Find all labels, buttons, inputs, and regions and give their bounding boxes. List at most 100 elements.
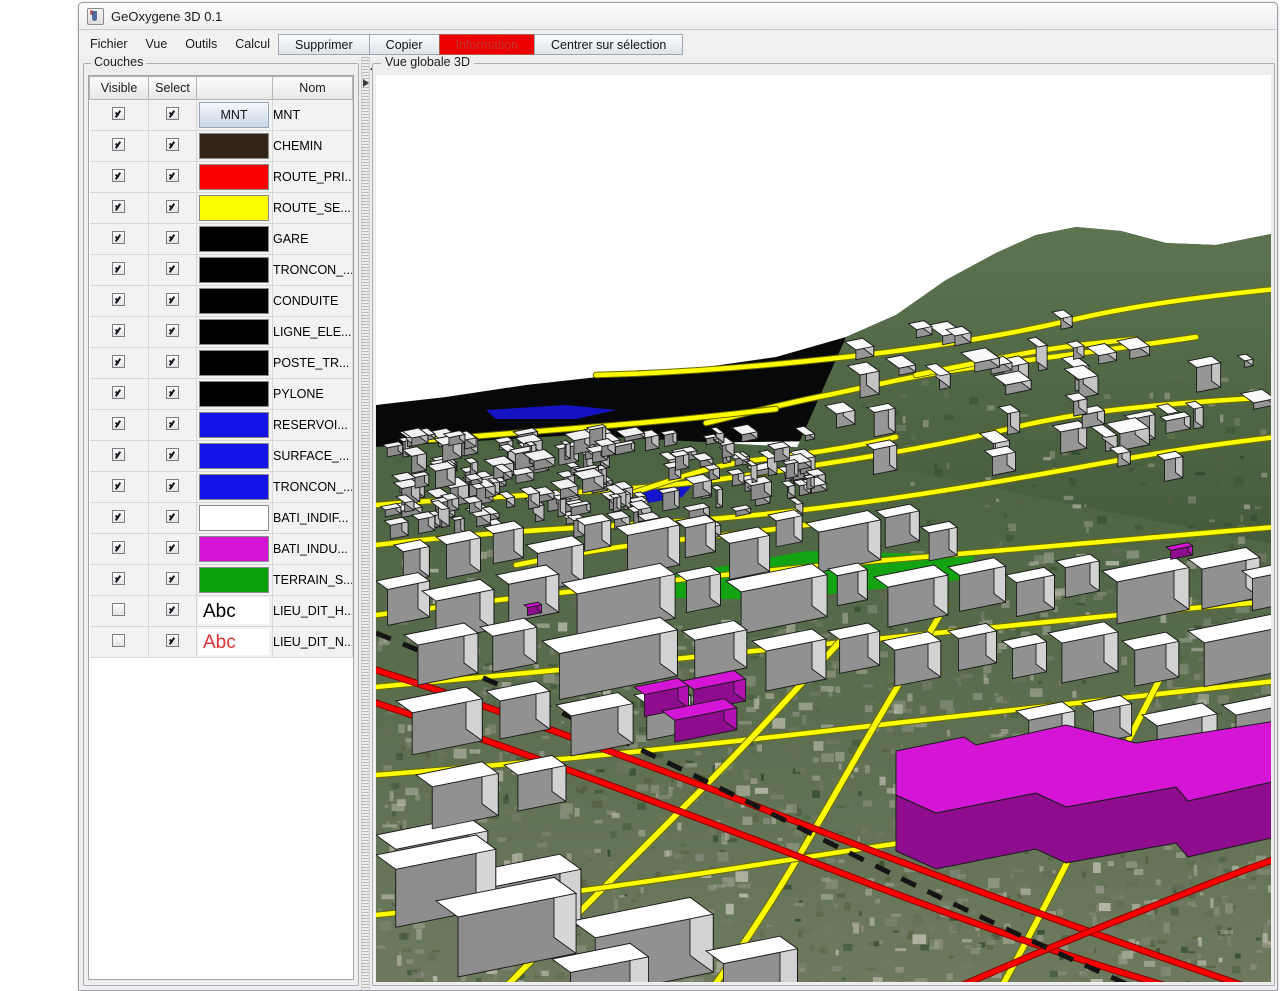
layer-name-cell[interactable]: POSTE_TR... (273, 348, 353, 379)
color-swatch[interactable] (199, 133, 269, 159)
select-checkbox-cell[interactable] (149, 441, 197, 472)
layer-name-cell[interactable]: TERRAIN_S... (273, 565, 353, 596)
style-swatch-cell[interactable]: MNT (197, 100, 273, 131)
column-header-visible[interactable]: Visible (90, 77, 149, 100)
style-swatch-cell[interactable] (197, 379, 273, 410)
style-swatch-cell[interactable] (197, 255, 273, 286)
visible-checkbox[interactable] (112, 169, 125, 182)
color-swatch[interactable] (199, 195, 269, 221)
style-swatch-cell[interactable]: Abc (197, 596, 273, 627)
style-swatch-cell[interactable] (197, 348, 273, 379)
color-swatch[interactable] (199, 567, 269, 593)
layer-name-cell[interactable]: PYLONE (273, 379, 353, 410)
style-swatch-cell[interactable] (197, 224, 273, 255)
select-checkbox[interactable] (166, 169, 179, 182)
layer-name-cell[interactable]: GARE (273, 224, 353, 255)
select-checkbox[interactable] (166, 572, 179, 585)
table-row[interactable]: TRONCON_... (90, 255, 353, 286)
select-checkbox-cell[interactable] (149, 596, 197, 627)
color-swatch[interactable] (199, 164, 269, 190)
menu-item-outils[interactable]: Outils (176, 30, 226, 57)
table-row[interactable]: ROUTE_PRI... (90, 162, 353, 193)
select-checkbox-cell[interactable] (149, 379, 197, 410)
layer-name-cell[interactable]: CHEMIN (273, 131, 353, 162)
visible-checkbox-cell[interactable] (90, 255, 149, 286)
split-pane-divider[interactable] (361, 57, 370, 990)
style-swatch-cell[interactable] (197, 410, 273, 441)
menu-item-fichier[interactable]: Fichier (79, 30, 137, 57)
layer-name-cell[interactable]: TRONCON_... (273, 472, 353, 503)
visible-checkbox[interactable] (112, 293, 125, 306)
style-swatch-cell[interactable] (197, 565, 273, 596)
layer-name-cell[interactable]: BATI_INDIF... (273, 503, 353, 534)
visible-checkbox-cell[interactable] (90, 627, 149, 658)
select-checkbox[interactable] (166, 200, 179, 213)
information-button[interactable]: Information (439, 34, 536, 55)
supprimer-button[interactable]: Supprimer (278, 34, 370, 55)
style-swatch-cell[interactable] (197, 131, 273, 162)
select-checkbox-cell[interactable] (149, 317, 197, 348)
select-checkbox-cell[interactable] (149, 162, 197, 193)
table-row[interactable]: TRONCON_... (90, 472, 353, 503)
color-swatch[interactable] (199, 381, 269, 407)
style-swatch-cell[interactable] (197, 286, 273, 317)
select-checkbox-cell[interactable] (149, 503, 197, 534)
menu-item-calcul[interactable]: Calcul (226, 30, 279, 57)
select-checkbox-cell[interactable] (149, 100, 197, 131)
layer-name-cell[interactable]: LIEU_DIT_H... (273, 596, 353, 627)
visible-checkbox[interactable] (112, 324, 125, 337)
select-checkbox-cell[interactable] (149, 286, 197, 317)
style-swatch-cell[interactable] (197, 193, 273, 224)
layer-name-cell[interactable]: ROUTE_SE... (273, 193, 353, 224)
layer-name-cell[interactable]: RESERVOI... (273, 410, 353, 441)
color-swatch[interactable] (199, 505, 269, 531)
table-row[interactable]: ROUTE_SE... (90, 193, 353, 224)
visible-checkbox[interactable] (112, 479, 125, 492)
visible-checkbox[interactable] (112, 231, 125, 244)
color-swatch[interactable] (199, 350, 269, 376)
select-checkbox[interactable] (166, 417, 179, 430)
visible-checkbox-cell[interactable] (90, 441, 149, 472)
style-swatch-cell[interactable]: Abc (197, 627, 273, 658)
style-swatch-cell[interactable] (197, 534, 273, 565)
select-checkbox-cell[interactable] (149, 193, 197, 224)
style-swatch-cell[interactable] (197, 472, 273, 503)
select-checkbox[interactable] (166, 448, 179, 461)
visible-checkbox[interactable] (112, 107, 125, 120)
style-swatch-cell[interactable] (197, 317, 273, 348)
text-style-swatch[interactable]: Abc (199, 629, 269, 655)
visible-checkbox[interactable] (112, 386, 125, 399)
visible-checkbox-cell[interactable] (90, 410, 149, 441)
3d-viewport[interactable] (376, 75, 1271, 982)
visible-checkbox-cell[interactable] (90, 317, 149, 348)
visible-checkbox-cell[interactable] (90, 224, 149, 255)
visible-checkbox-cell[interactable] (90, 472, 149, 503)
color-swatch[interactable] (199, 226, 269, 252)
color-swatch[interactable] (199, 288, 269, 314)
visible-checkbox-cell[interactable] (90, 379, 149, 410)
layer-name-cell[interactable]: ROUTE_PRI... (273, 162, 353, 193)
visible-checkbox[interactable] (112, 355, 125, 368)
color-swatch[interactable] (199, 319, 269, 345)
select-checkbox[interactable] (166, 231, 179, 244)
column-header-select[interactable]: Select (149, 77, 197, 100)
select-checkbox-cell[interactable] (149, 534, 197, 565)
visible-checkbox-cell[interactable] (90, 131, 149, 162)
select-checkbox-cell[interactable] (149, 255, 197, 286)
layer-name-cell[interactable]: LIEU_DIT_N... (273, 627, 353, 658)
layer-name-cell[interactable]: LIGNE_ELE... (273, 317, 353, 348)
style-swatch-cell[interactable] (197, 441, 273, 472)
menu-item-vue[interactable]: Vue (137, 30, 177, 57)
visible-checkbox[interactable] (112, 634, 125, 647)
style-swatch-cell[interactable] (197, 503, 273, 534)
text-style-swatch[interactable]: Abc (199, 598, 269, 624)
visible-checkbox[interactable] (112, 572, 125, 585)
table-row[interactable]: TERRAIN_S... (90, 565, 353, 596)
select-checkbox[interactable] (166, 541, 179, 554)
layer-name-cell[interactable]: BATI_INDU... (273, 534, 353, 565)
select-checkbox-cell[interactable] (149, 565, 197, 596)
visible-checkbox[interactable] (112, 448, 125, 461)
layer-name-cell[interactable]: SURFACE_... (273, 441, 353, 472)
color-swatch[interactable] (199, 474, 269, 500)
select-checkbox-cell[interactable] (149, 627, 197, 658)
